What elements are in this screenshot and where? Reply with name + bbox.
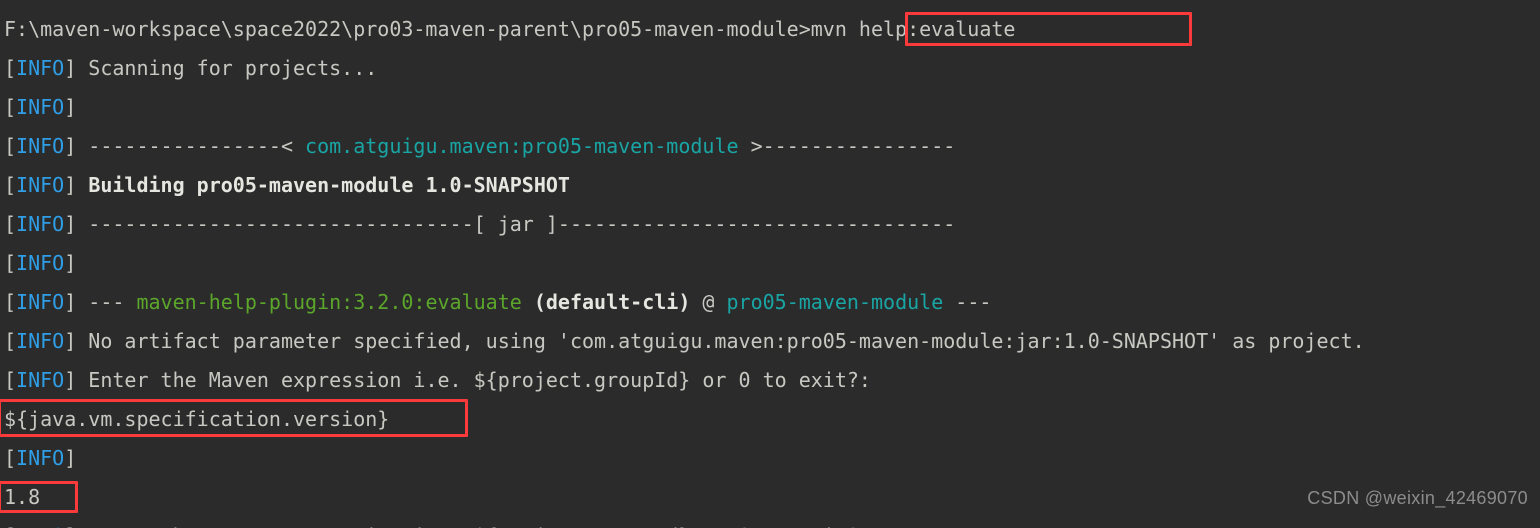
- terminal-window[interactable]: F:\maven-workspace\space2022\pro03-maven…: [0, 0, 1540, 528]
- terminal-line-info-building: [INFO] Building pro05-maven-module 1.0-S…: [4, 166, 1540, 205]
- terminal-line-prompt-line: F:\maven-workspace\space2022\pro03-maven…: [4, 10, 1540, 49]
- terminal-text-segment: INFO: [16, 446, 65, 470]
- terminal-text-segment: ] Enter the Maven expression i.e. ${proj…: [64, 368, 871, 392]
- terminal-text-segment: [: [4, 212, 17, 236]
- terminal-text-segment: ] ---: [64, 290, 137, 314]
- terminal-text-segment: [: [4, 56, 17, 80]
- terminal-text-segment: maven-help-plugin:3.2.0:evaluate: [136, 290, 522, 314]
- terminal-text-segment: com.atguigu.maven:pro05-maven-module: [305, 134, 739, 158]
- csdn-watermark: CSDN @weixin_42469070: [1307, 488, 1528, 508]
- terminal-line-info-blank-1: [INFO]: [4, 88, 1540, 127]
- terminal-text-segment: ${java.vm.specification.version}: [4, 407, 390, 431]
- terminal-text-segment: INFO: [16, 524, 64, 528]
- terminal-line-info-blank-2: [INFO]: [4, 244, 1540, 283]
- terminal-text-segment: INFO: [16, 329, 65, 353]
- terminal-line-info-goal: [INFO] --- maven-help-plugin:3.2.0:evalu…: [4, 283, 1540, 322]
- terminal-line-user-input-expression: ${java.vm.specification.version}: [4, 400, 1540, 439]
- terminal-text-segment: ] No artifact parameter specified, using…: [64, 329, 1365, 353]
- terminal-text-segment: [: [4, 446, 17, 470]
- terminal-text-segment: mvn help:evaluate: [810, 17, 1016, 41]
- terminal-text-segment: [: [4, 173, 17, 197]
- terminal-text-segment: ] ----------------<: [64, 134, 306, 158]
- terminal-text-segment: [: [4, 368, 17, 392]
- terminal-text-segment: [: [4, 290, 17, 314]
- terminal-text-segment: ]: [64, 251, 89, 275]
- terminal-line-info-enter-expression-1: [INFO] Enter the Maven expression i.e. $…: [4, 361, 1540, 400]
- terminal-text-segment: ---: [943, 290, 992, 314]
- terminal-text-segment: [: [4, 95, 17, 119]
- terminal-text-segment: ]: [64, 95, 89, 119]
- terminal-text-segment: (default-cli): [533, 290, 691, 314]
- terminal-text-segment: ]: [64, 173, 89, 197]
- terminal-text-segment: INFO: [16, 212, 65, 236]
- terminal-line-info-packaging: [INFO] --------------------------------[…: [4, 205, 1540, 244]
- terminal-text-segment: @: [690, 290, 727, 314]
- terminal-text-segment: [: [4, 524, 16, 528]
- terminal-text-segment: ] Enter the Maven expression i.e. ${proj…: [64, 524, 871, 528]
- terminal-text-segment: INFO: [16, 95, 65, 119]
- terminal-text-segment: INFO: [16, 290, 65, 314]
- terminal-line-info-no-artifact: [INFO] No artifact parameter specified, …: [4, 322, 1540, 361]
- terminal-text-segment: ] Scanning for projects...: [64, 56, 378, 80]
- terminal-line-info-module-header: [INFO] ----------------< com.atguigu.mav…: [4, 127, 1540, 166]
- terminal-text-segment: [: [4, 134, 17, 158]
- terminal-text-segment: [: [4, 251, 17, 275]
- terminal-text-segment: [: [4, 329, 17, 353]
- terminal-text-segment: INFO: [16, 173, 65, 197]
- terminal-text-segment: INFO: [16, 251, 65, 275]
- terminal-line-info-scanning: [INFO] Scanning for projects...: [4, 49, 1540, 88]
- terminal-line-info-enter-expression-2: [INFO] Enter the Maven expression i.e. $…: [4, 517, 1540, 528]
- terminal-output: F:\maven-workspace\space2022\pro03-maven…: [4, 10, 1540, 528]
- terminal-text-segment: INFO: [16, 56, 65, 80]
- terminal-text-segment: 1.8: [4, 485, 41, 509]
- terminal-text-segment: ]: [64, 446, 89, 470]
- terminal-text-segment: F:\maven-workspace\space2022\pro03-maven…: [4, 17, 811, 41]
- terminal-line-info-blank-3: [INFO]: [4, 439, 1540, 478]
- terminal-text-segment: INFO: [16, 368, 65, 392]
- terminal-text-segment: ] --------------------------------[ jar …: [64, 212, 956, 236]
- terminal-text-segment: pro05-maven-module: [726, 290, 944, 314]
- terminal-text-segment: INFO: [16, 134, 65, 158]
- terminal-text-segment: >----------------: [738, 134, 956, 158]
- terminal-text-segment: Building pro05-maven-module 1.0-SNAPSHOT: [88, 173, 570, 197]
